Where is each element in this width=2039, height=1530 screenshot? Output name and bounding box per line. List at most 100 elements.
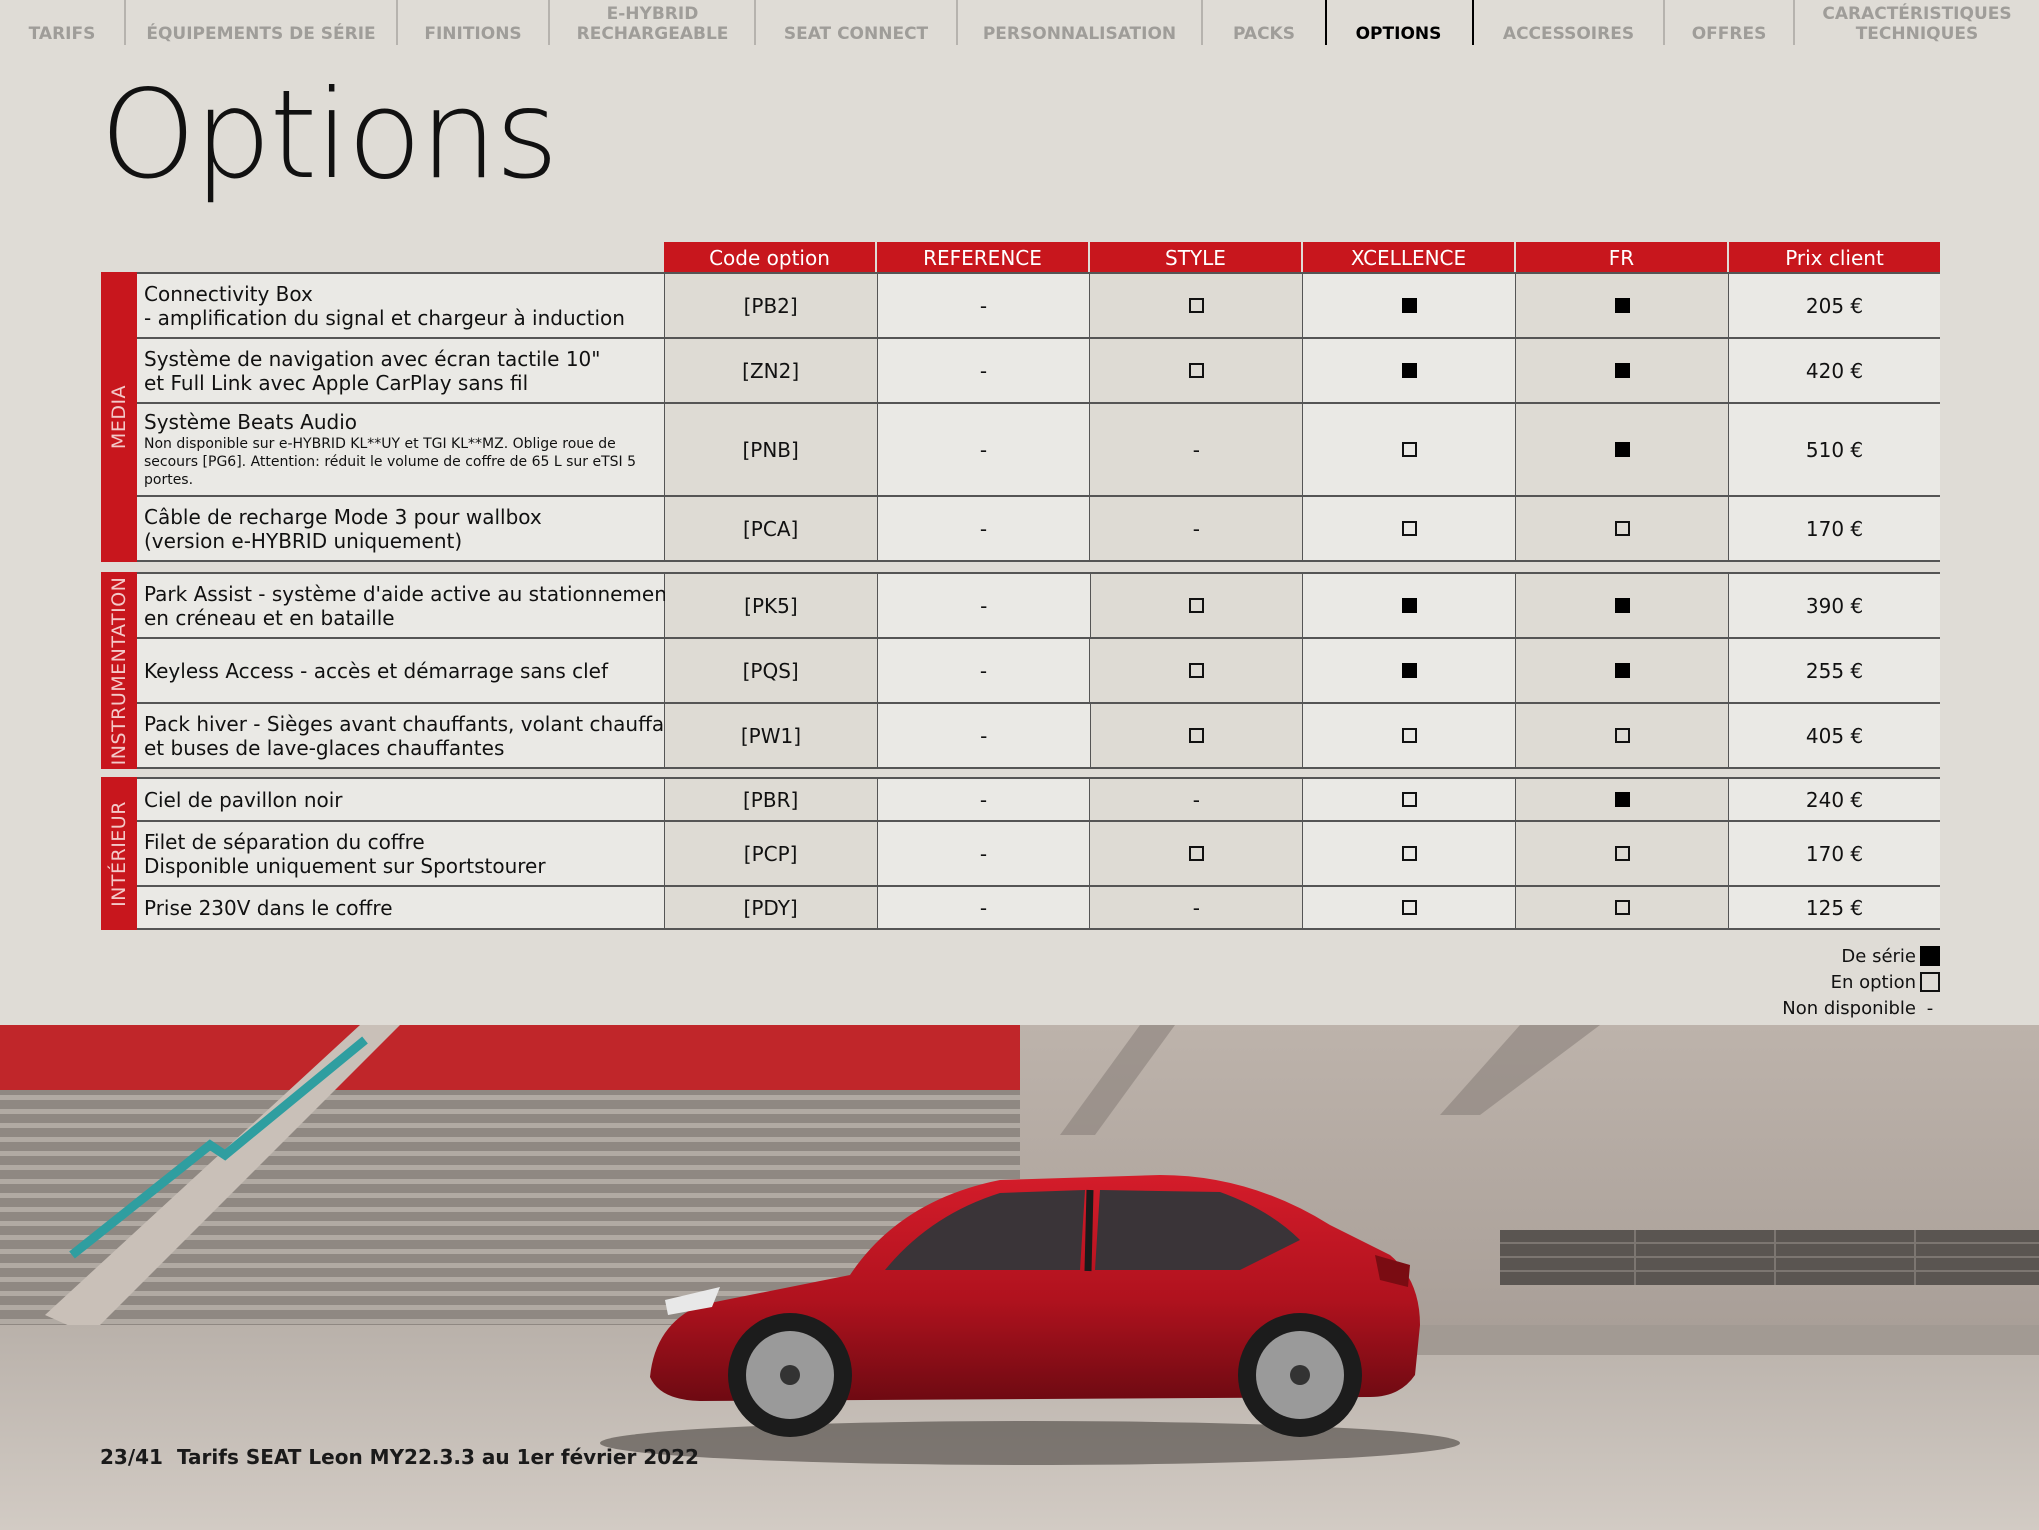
option-description-line: Prise 230V dans le coffre [144, 895, 393, 920]
option-description-line: Filet de séparation du coffre [144, 829, 425, 854]
xcellence-availability [1303, 639, 1517, 702]
legend-serie: De série [1841, 943, 1940, 969]
style-availability [1090, 639, 1304, 702]
xcellence-availability [1303, 704, 1517, 767]
fr-availability [1516, 704, 1730, 767]
empty-square-icon [1401, 900, 1417, 915]
empty-square-icon [1614, 521, 1630, 536]
page-title: Options [100, 64, 559, 206]
nav-tab-5[interactable]: PERSONNALISATION [958, 0, 1201, 46]
style-availability [1090, 704, 1304, 767]
fr-availability [1516, 274, 1730, 337]
empty-square-icon [1189, 728, 1205, 743]
table-row: Système Beats Audio Non disponible sur e-… [137, 404, 1940, 497]
option-price: 240 € [1729, 779, 1940, 820]
nav-tab-0[interactable]: TARIFS [0, 0, 124, 46]
option-code: [PDY] [664, 887, 878, 928]
option-note: Non disponible sur e-HYBRID KL**UY et TG… [144, 436, 637, 488]
table-row: Câble de recharge Mode 3 pour wallbox (ve… [137, 497, 1940, 562]
filled-square-icon [1401, 598, 1417, 613]
nav-divider [956, 0, 958, 45]
fr-availability [1516, 822, 1730, 885]
table-row: Prise 230V dans le coffre [PDY] - -125 € [137, 887, 1940, 930]
nav-tab-2[interactable]: FINITIONS [398, 0, 548, 46]
option-code: [PW1] [665, 704, 878, 767]
legend-none-label: Non disponible [1782, 997, 1916, 1019]
option-description-line: Park Assist - système d'aide active au s… [144, 581, 675, 606]
reference-value: - [877, 404, 1091, 495]
xcellence-availability [1303, 274, 1517, 337]
filled-square-icon [1614, 598, 1630, 613]
table-row: Keyless Access - accès et démarrage sans… [137, 639, 1940, 704]
empty-square-icon [1614, 728, 1630, 743]
column-header: XCELLENCE [1303, 242, 1516, 274]
filled-square-icon [1614, 792, 1630, 807]
option-description: Système Beats Audio Non disponible sur e-… [137, 404, 665, 495]
option-price: 255 € [1729, 639, 1940, 702]
reference-value: - [877, 639, 1091, 702]
xcellence-availability [1303, 822, 1517, 885]
legend-option-label: En option [1830, 971, 1916, 993]
option-price: 420 € [1729, 339, 1940, 402]
nav-divider [754, 0, 756, 45]
nav-tab-10[interactable]: CARACTÉRISTIQUES TECHNIQUES [1795, 0, 2039, 46]
option-code: [PBR] [664, 779, 878, 820]
group-instrumentation: INSTRUMENTATION Park Assist - système d'a… [101, 572, 1940, 769]
reference-value: - [877, 497, 1091, 560]
option-price: 405 € [1729, 704, 1940, 767]
legend-serie-label: De série [1841, 945, 1916, 967]
option-description-line: Ciel de pavillon noir [144, 787, 343, 812]
style-availability [1090, 822, 1304, 885]
xcellence-availability [1303, 497, 1517, 560]
empty-square-icon [1188, 663, 1204, 678]
nav-divider [548, 0, 550, 45]
group-media: MEDIA Connectivity Box - amplification du … [101, 272, 1940, 562]
option-description-line: en créneau et en bataille [144, 605, 395, 630]
option-description-line: - amplification du signal et chargeur à … [144, 305, 625, 330]
nav-tab-3[interactable]: e-HYBRID RECHARGEABLE [550, 0, 755, 46]
option-description-line: Disponible uniquement sur Sportstourer [144, 853, 546, 878]
empty-square-icon [1920, 972, 1940, 992]
reference-value: - [877, 822, 1091, 885]
nav-tab-8[interactable]: ACCESSOIRES [1474, 0, 1663, 46]
legend-none: Non disponible - [1782, 995, 1940, 1021]
top-navigation: TARIFS ÉQUIPEMENTS DE SÉRIE FINITIONS e-HYB… [0, 0, 2039, 46]
nav-tab-1[interactable]: ÉQUIPEMENTS DE SÉRIE [126, 0, 396, 46]
xcellence-availability [1303, 339, 1517, 402]
group-label: INTÉRIEUR [101, 777, 137, 930]
style-availability: - [1090, 497, 1304, 560]
option-description: Ciel de pavillon noir [137, 779, 665, 820]
nav-tab-7[interactable]: OPTIONS [1327, 0, 1470, 46]
filled-square-icon [1614, 298, 1630, 313]
reference-value: - [877, 339, 1091, 402]
filled-square-icon [1920, 946, 1940, 966]
xcellence-availability [1303, 574, 1517, 637]
reference-value: - [877, 274, 1091, 337]
option-description-line: et buses de lave-glaces chauffantes [144, 735, 505, 760]
empty-square-icon [1401, 442, 1417, 457]
option-description: Système de navigation avec écran tactile… [137, 339, 665, 402]
fr-availability [1516, 779, 1730, 820]
style-availability [1090, 574, 1304, 637]
reference-value: - [877, 779, 1091, 820]
style-availability [1090, 339, 1304, 402]
not-available-dash: - [1192, 516, 1201, 541]
not-available-dash: - [1192, 895, 1201, 920]
option-price: 170 € [1729, 822, 1940, 885]
page-footer: 23/41 Tarifs SEAT Leon MY22.3.3 au 1er fé… [100, 1445, 699, 1469]
nav-tab-6[interactable]: PACKS [1203, 0, 1325, 46]
filled-square-icon [1614, 442, 1630, 457]
nav-tab-4[interactable]: SEAT CONNECT [756, 0, 956, 46]
empty-square-icon [1401, 792, 1417, 807]
fr-availability [1516, 404, 1730, 495]
column-header: Prix client [1729, 242, 1940, 274]
style-availability: - [1090, 779, 1304, 820]
xcellence-availability [1303, 887, 1517, 928]
group-label-text: MEDIA [108, 384, 130, 450]
option-price: 390 € [1729, 574, 1940, 637]
reference-value: - [877, 704, 1091, 767]
table-row: Park Assist - système d'aide active au s… [137, 574, 1940, 639]
group-label: MEDIA [101, 272, 137, 562]
nav-tab-9[interactable]: OFFRES [1665, 0, 1793, 46]
group-label-text: INSTRUMENTATION [108, 576, 130, 765]
